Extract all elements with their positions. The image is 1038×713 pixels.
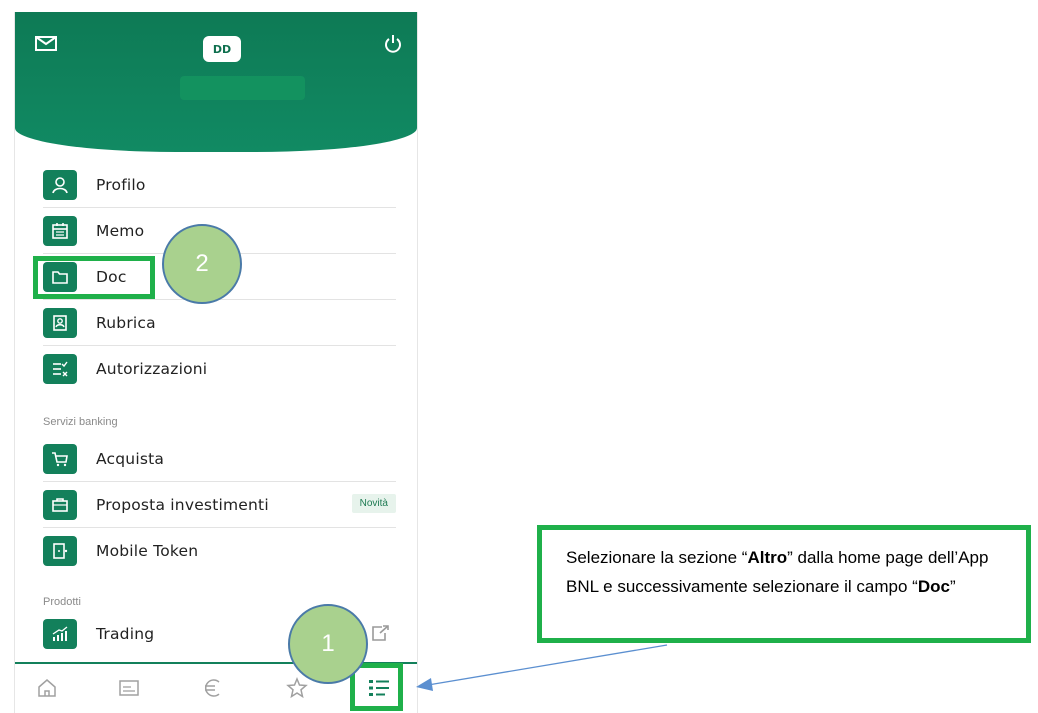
instruction-note: Selezionare la sezione “Altro” dalla hom… <box>537 525 1031 643</box>
note-bold-doc: Doc <box>917 577 950 596</box>
note-text-1: Selezionare la sezione “ <box>566 548 748 567</box>
note-bold-altro: Altro <box>747 548 788 567</box>
note-text-3: ” <box>949 577 956 596</box>
